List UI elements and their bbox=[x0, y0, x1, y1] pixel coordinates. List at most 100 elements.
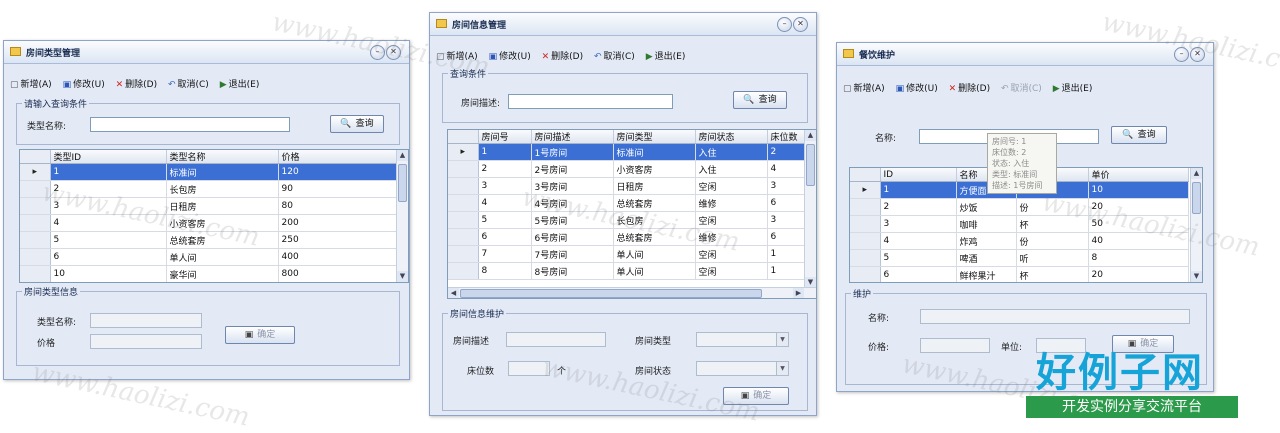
scroll-up-icon[interactable]: ▲ bbox=[397, 150, 408, 161]
minimize-icon[interactable]: – bbox=[777, 17, 792, 32]
table-cell[interactable]: 1 bbox=[767, 262, 808, 280]
col-header[interactable]: 类型ID bbox=[50, 150, 167, 164]
edit-button[interactable]: ▣ 修改(U) bbox=[896, 81, 938, 94]
table-row[interactable]: 8 8号房间 单人间 空闲 1 bbox=[448, 262, 808, 280]
table-cell[interactable]: 800 bbox=[278, 265, 399, 282]
table-cell[interactable]: 3 bbox=[767, 177, 808, 195]
scroll-down-icon[interactable]: ▼ bbox=[397, 271, 408, 282]
table-cell[interactable]: 单人间 bbox=[166, 248, 279, 266]
table-row[interactable]: 10 豪华间 800 bbox=[20, 265, 399, 282]
table-cell[interactable]: 6号房间 bbox=[531, 228, 614, 246]
table-cell[interactable]: 8 bbox=[478, 262, 532, 280]
table-cell[interactable]: 250 bbox=[278, 231, 399, 249]
col-header[interactable]: 单价 bbox=[1088, 168, 1189, 182]
table-cell[interactable]: 1 bbox=[478, 143, 532, 161]
type-name-input[interactable] bbox=[90, 117, 290, 132]
table-row[interactable]: 6 单人间 400 bbox=[20, 248, 399, 266]
row-header[interactable] bbox=[448, 211, 479, 229]
table-cell[interactable]: 炸鸡 bbox=[956, 232, 1017, 250]
table-cell[interactable]: 1 bbox=[767, 245, 808, 263]
table-cell[interactable]: 6 bbox=[880, 266, 957, 282]
row-header[interactable] bbox=[20, 214, 51, 232]
cancel-button[interactable]: ↶ 取消(C) bbox=[594, 49, 635, 62]
table-cell[interactable]: 10 bbox=[1088, 181, 1189, 199]
query-button[interactable]: 🔍 查询 bbox=[330, 115, 384, 133]
horizontal-scrollbar[interactable]: ◀ ▶ bbox=[448, 287, 816, 298]
cancel-button[interactable]: ↶ 取消(C) bbox=[1001, 81, 1042, 94]
cancel-button[interactable]: ↶ 取消(C) bbox=[168, 77, 209, 90]
table-row[interactable]: 3 3号房间 日租房 空闲 3 bbox=[448, 177, 808, 195]
table-cell[interactable]: 啤酒 bbox=[956, 249, 1017, 267]
table-cell[interactable]: 入住 bbox=[695, 160, 768, 178]
table-cell[interactable]: 6 bbox=[50, 248, 167, 266]
title-bar[interactable]: 房间信息管理 – ✕ bbox=[430, 13, 816, 36]
vertical-scrollbar[interactable]: ▲ ▼ bbox=[396, 150, 408, 282]
table-cell[interactable]: 5 bbox=[478, 211, 532, 229]
scroll-up-icon[interactable]: ▲ bbox=[1191, 168, 1202, 179]
edit-button[interactable]: ▣ 修改(U) bbox=[63, 77, 105, 90]
row-header[interactable] bbox=[850, 266, 881, 282]
table-cell[interactable]: 炒饭 bbox=[956, 198, 1017, 216]
table-cell[interactable]: 2 bbox=[478, 160, 532, 178]
row-header[interactable] bbox=[20, 265, 51, 282]
table-cell[interactable]: 2号房间 bbox=[531, 160, 614, 178]
row-header[interactable] bbox=[448, 177, 479, 195]
table-cell[interactable]: 豪华间 bbox=[166, 265, 279, 282]
table-cell[interactable]: 单人间 bbox=[613, 262, 696, 280]
exit-button[interactable]: ▶ 退出(E) bbox=[1053, 81, 1093, 94]
confirm-button[interactable]: ▣ 确定 bbox=[225, 326, 295, 344]
row-header[interactable] bbox=[850, 198, 881, 216]
row-header[interactable] bbox=[448, 228, 479, 246]
table-cell[interactable]: 8 bbox=[1088, 249, 1189, 267]
col-header[interactable]: ID bbox=[880, 168, 957, 182]
table-cell[interactable]: 5 bbox=[880, 249, 957, 267]
scroll-right-icon[interactable]: ▶ bbox=[793, 288, 804, 298]
query-button[interactable]: 🔍 查询 bbox=[1111, 126, 1167, 144]
row-header[interactable] bbox=[20, 231, 51, 249]
desc-input[interactable] bbox=[508, 94, 673, 109]
table-cell[interactable]: 120 bbox=[278, 163, 399, 181]
info-type-input[interactable] bbox=[90, 313, 202, 328]
vertical-scrollbar[interactable]: ▲ ▼ bbox=[804, 130, 816, 288]
table-cell[interactable]: 听 bbox=[1016, 249, 1089, 267]
scroll-up-icon[interactable]: ▲ bbox=[805, 130, 816, 141]
table-cell[interactable]: 鲜榨果汁 bbox=[956, 266, 1017, 282]
col-header[interactable]: 类型名称 bbox=[166, 150, 279, 164]
table-cell[interactable]: 1 bbox=[50, 163, 167, 181]
chevron-down-icon[interactable]: ▼ bbox=[776, 333, 788, 346]
table-cell[interactable]: 标准间 bbox=[166, 163, 279, 181]
table-cell[interactable]: 7号房间 bbox=[531, 245, 614, 263]
table-row[interactable]: ▸ 1 1号房间 标准间 入住 2 bbox=[448, 143, 808, 161]
table-row[interactable]: 6 鲜榨果汁杯 20 bbox=[850, 266, 1189, 282]
table-cell[interactable]: 3 bbox=[767, 211, 808, 229]
table-cell[interactable]: 1 bbox=[880, 181, 957, 199]
scroll-down-icon[interactable]: ▼ bbox=[1191, 271, 1202, 282]
table-cell[interactable]: 7 bbox=[478, 245, 532, 263]
table-cell[interactable]: 杯 bbox=[1016, 266, 1089, 282]
col-header[interactable]: 床位数 bbox=[767, 130, 808, 144]
col-header[interactable]: 房间类型 bbox=[613, 130, 696, 144]
table-cell[interactable]: 90 bbox=[278, 180, 399, 198]
new-button[interactable]: ▢ 新增(A) bbox=[10, 77, 52, 90]
maint-price-input[interactable] bbox=[920, 338, 990, 353]
delete-button[interactable]: ✕ 删除(D) bbox=[116, 77, 158, 90]
row-header[interactable] bbox=[448, 194, 479, 212]
maint-name-input[interactable] bbox=[920, 309, 1190, 324]
table-row[interactable]: 7 7号房间 单人间 空闲 1 bbox=[448, 245, 808, 263]
table-cell[interactable]: 20 bbox=[1088, 266, 1189, 282]
row-header[interactable] bbox=[448, 262, 479, 280]
table-cell[interactable]: 空闲 bbox=[695, 177, 768, 195]
row-header[interactable] bbox=[850, 215, 881, 233]
table-cell[interactable]: 10 bbox=[50, 265, 167, 282]
col-header[interactable]: 价格 bbox=[278, 150, 399, 164]
current-row-arrow-icon[interactable]: ▸ bbox=[448, 143, 479, 161]
table-cell[interactable]: 日租房 bbox=[613, 177, 696, 195]
maint-type-select[interactable]: ▼ bbox=[696, 332, 789, 347]
maint-status-select[interactable]: ▼ bbox=[696, 361, 789, 376]
table-cell[interactable]: 小资客房 bbox=[613, 160, 696, 178]
scroll-left-icon[interactable]: ◀ bbox=[448, 288, 459, 298]
table-row[interactable]: 2 2号房间 小资客房 入住 4 bbox=[448, 160, 808, 178]
delete-button[interactable]: ✕ 删除(D) bbox=[542, 49, 584, 62]
table-cell[interactable]: 维修 bbox=[695, 194, 768, 212]
row-header[interactable] bbox=[850, 249, 881, 267]
